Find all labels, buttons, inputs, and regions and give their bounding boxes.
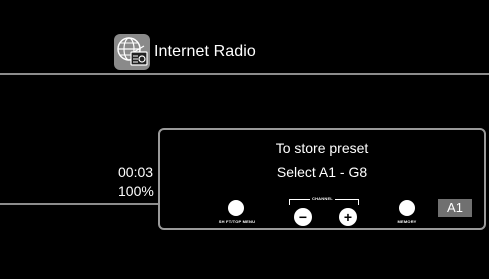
channel-label: CHANNEL [310, 196, 335, 201]
elapsed-time: 00:03 [118, 164, 154, 180]
channel-minus-button[interactable]: − [294, 208, 312, 226]
globe-radio-icon [114, 34, 150, 70]
header-divider [0, 73, 489, 75]
volume-level: 100% [118, 183, 154, 199]
screen: Internet Radio 00:03 100% To store prese… [0, 0, 489, 279]
channel-plus-button[interactable]: + [339, 208, 357, 226]
memory-label: MEMORY [397, 219, 417, 224]
shift-top-menu-button[interactable] [228, 200, 244, 216]
preset-slot-badge: A1 [438, 199, 472, 217]
shift-top-menu-label: SH FT/TOP MENU [218, 219, 256, 224]
app-title: Internet Radio [154, 43, 256, 60]
popup-preset-range: Select A1 - G8 [276, 164, 368, 180]
store-preset-popup: To store preset Select A1 - G8 SH FT/TOP… [158, 128, 486, 230]
memory-button[interactable] [399, 200, 415, 216]
status-divider [0, 203, 162, 205]
header: Internet Radio [114, 33, 256, 71]
popup-instruction: To store preset [275, 140, 369, 156]
